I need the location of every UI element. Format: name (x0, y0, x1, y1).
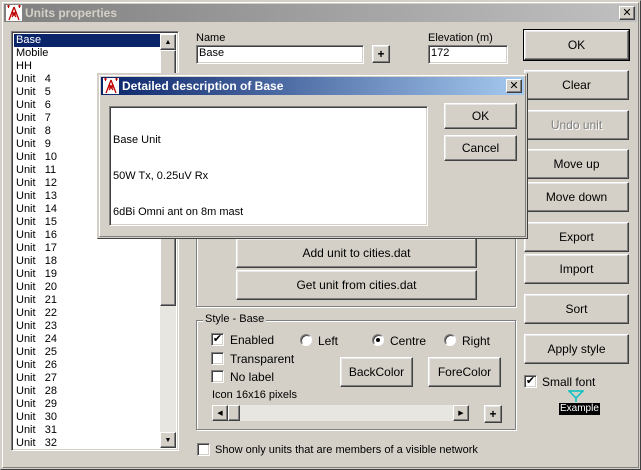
list-item[interactable]: Unit 18 (14, 255, 162, 268)
arrow-right-icon: ▶ (458, 410, 464, 417)
align-right-radio[interactable] (444, 334, 456, 346)
show-only-checkbox[interactable] (197, 443, 210, 456)
move-down-button[interactable]: Move down (524, 182, 629, 212)
example-label: Example (559, 403, 600, 415)
dialog-titlebar[interactable]: Detailed description of Base ✕ (101, 77, 524, 95)
align-centre-radio[interactable] (372, 334, 384, 346)
align-left-label: Left (318, 334, 339, 348)
list-item[interactable]: Unit 32 (14, 437, 162, 450)
description-line: 6dBi Omni ant on 8m mast (113, 206, 244, 218)
icon-size-slider[interactable]: ◀ ▶ (212, 405, 469, 421)
list-item[interactable]: Unit 21 (14, 294, 162, 307)
name-plus-button[interactable]: + (372, 45, 390, 63)
move-up-button[interactable]: Move up (524, 149, 629, 179)
dialog-close-button[interactable]: ✕ (506, 79, 522, 93)
elevation-input[interactable]: 172 (428, 45, 508, 64)
dialog-ok-button[interactable]: OK (444, 103, 517, 129)
antenna-marker-icon (567, 390, 585, 402)
list-item[interactable]: Unit 22 (14, 307, 162, 320)
close-icon: ✕ (622, 6, 632, 19)
name-input[interactable]: Base (196, 45, 364, 64)
main-titlebar[interactable]: Units properties ✕ (4, 4, 637, 22)
list-item[interactable]: Unit 27 (14, 372, 162, 385)
slider-thumb[interactable] (228, 405, 240, 421)
arrow-up-icon: ▲ (164, 38, 172, 46)
description-dialog: Detailed description of Base ✕ Base Unit… (97, 73, 528, 239)
slider-left-button[interactable]: ◀ (212, 405, 228, 421)
slider-right-button[interactable]: ▶ (453, 405, 469, 421)
close-icon: ✕ (509, 79, 519, 92)
list-item[interactable]: Unit 26 (14, 359, 162, 372)
ok-button[interactable]: OK (523, 29, 630, 61)
list-item[interactable]: Unit 24 (14, 333, 162, 346)
style-group-title: Style - Base (203, 313, 267, 325)
list-item[interactable]: Unit 29 (14, 398, 162, 411)
undo-unit-button[interactable]: Undo unit (524, 110, 629, 140)
transparent-checkbox[interactable] (211, 352, 224, 365)
scroll-up-button[interactable]: ▲ (160, 34, 176, 50)
list-item[interactable]: Unit 23 (14, 320, 162, 333)
no-label-checkbox[interactable] (211, 370, 224, 383)
add-unit-to-cities-button[interactable]: Add unit to cities.dat (236, 238, 477, 268)
no-label-label: No label (230, 370, 275, 384)
sort-button[interactable]: Sort (524, 294, 629, 324)
list-item[interactable]: Unit 25 (14, 346, 162, 359)
import-button[interactable]: Import (524, 254, 629, 284)
list-item[interactable]: Unit 17 (14, 242, 162, 255)
icon-plus-button[interactable]: + (484, 405, 502, 423)
list-item[interactable]: HH (14, 60, 162, 73)
enabled-checkbox[interactable]: ✔ (211, 333, 224, 346)
list-item[interactable]: Base (14, 34, 162, 47)
main-window-title: Units properties (25, 6, 118, 20)
description-line: Base Unit (113, 134, 161, 146)
align-centre-label: Centre (390, 334, 427, 348)
dialog-antenna-icon (103, 78, 119, 94)
list-item[interactable]: Unit 20 (14, 281, 162, 294)
description-textarea[interactable]: Base Unit 50W Tx, 0.25uV Rx 6dBi Omni an… (109, 106, 428, 226)
elevation-label: Elevation (m) (428, 32, 493, 44)
list-item[interactable]: Unit 28 (14, 385, 162, 398)
small-font-checkbox[interactable]: ✔ (524, 375, 537, 388)
icon-size-label: Icon 16x16 pixels (212, 389, 297, 401)
main-close-button[interactable]: ✕ (619, 6, 635, 20)
list-item[interactable]: Mobile (14, 47, 162, 60)
description-line: 50W Tx, 0.25uV Rx (113, 170, 209, 182)
name-label: Name (196, 32, 226, 44)
get-unit-from-cities-button[interactable]: Get unit from cities.dat (236, 270, 477, 300)
app-antenna-icon (6, 5, 22, 21)
arrow-down-icon: ▼ (164, 436, 172, 444)
export-button[interactable]: Export (524, 222, 629, 252)
list-item[interactable]: Unit 31 (14, 424, 162, 437)
show-only-label: Show only units that are members of a vi… (215, 444, 478, 456)
transparent-label: Transparent (230, 352, 295, 366)
scroll-down-button[interactable]: ▼ (160, 432, 176, 448)
list-item[interactable]: Unit 30 (14, 411, 162, 424)
radio-selected-dot (376, 338, 380, 342)
enabled-label: Enabled (230, 333, 275, 347)
clear-button[interactable]: Clear (524, 70, 629, 100)
back-color-button[interactable]: BackColor (340, 357, 413, 387)
align-left-radio[interactable] (300, 334, 312, 346)
dialog-title: Detailed description of Base (122, 79, 284, 93)
small-font-label: Small font (542, 375, 596, 389)
arrow-left-icon: ◀ (217, 410, 223, 417)
list-item[interactable]: Unit 19 (14, 268, 162, 281)
apply-style-button[interactable]: Apply style (524, 334, 629, 364)
dialog-cancel-button[interactable]: Cancel (444, 135, 517, 161)
align-right-label: Right (462, 334, 491, 348)
fore-color-button[interactable]: ForeColor (428, 357, 501, 387)
